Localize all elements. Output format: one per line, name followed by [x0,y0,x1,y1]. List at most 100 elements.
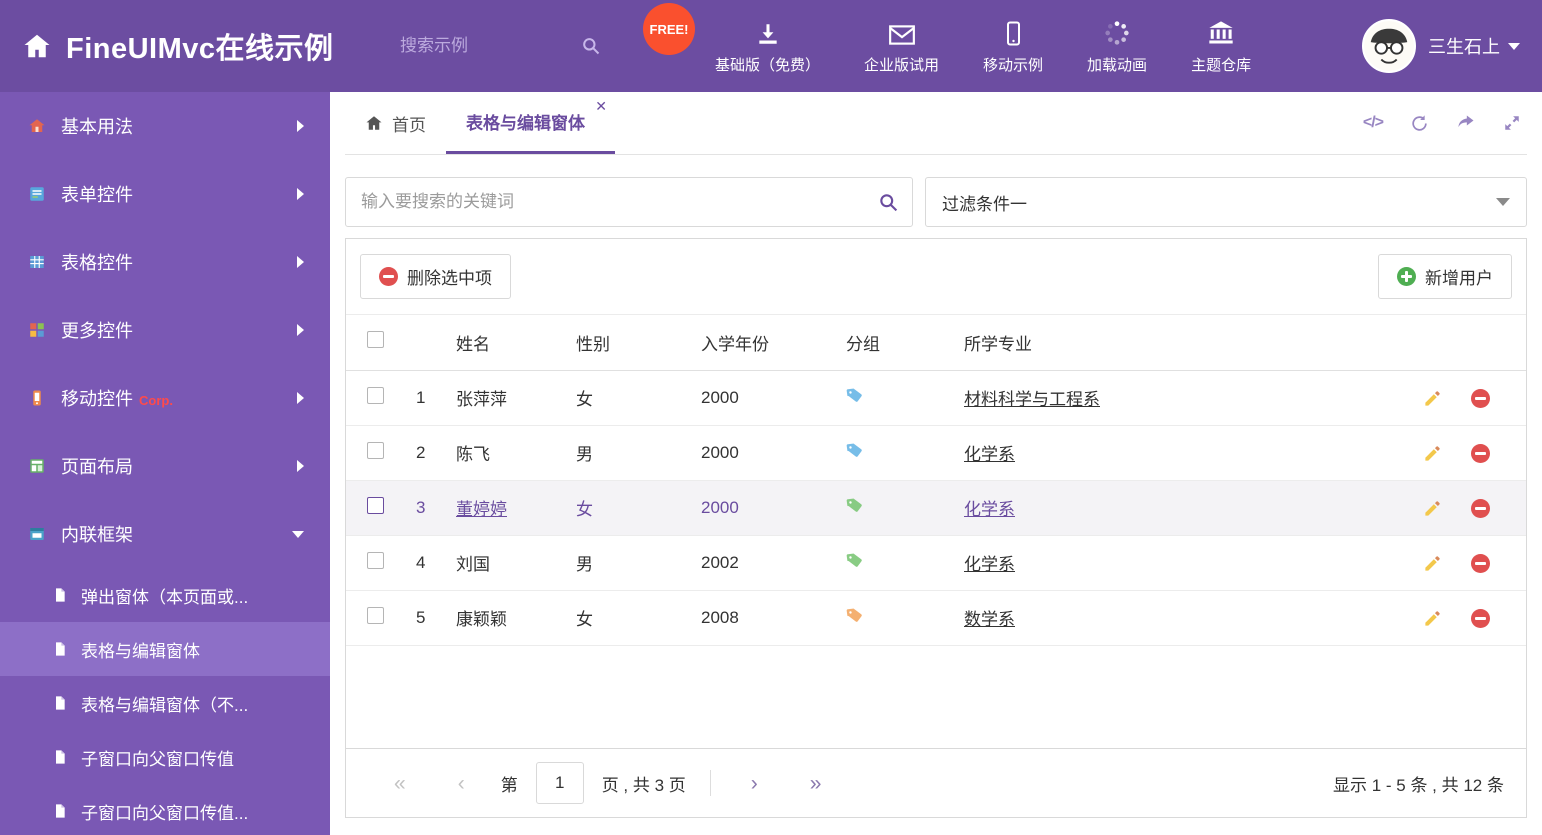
header-search[interactable] [400,26,605,66]
sidebar-item-basic-usage[interactable]: 基本用法 [0,92,330,160]
nav-theme-store[interactable]: 主题仓库 [1191,17,1251,75]
sidebar-item-page-layout[interactable]: 页面布局 [0,432,330,500]
major-link[interactable]: 化学系 [964,500,1015,519]
nav-label: 主题仓库 [1191,57,1252,74]
edit-button[interactable] [1423,609,1442,628]
cell-year: 2000 [689,480,834,536]
source-code-icon[interactable]: </> [1363,114,1384,132]
table-icon [28,253,46,271]
table-row[interactable]: 1 张萍萍 女 2000 材料科学与工程系 [346,370,1526,426]
tab-grid-edit-window[interactable]: 表格与编辑窗体 ✕ [446,92,615,154]
row-checkbox[interactable] [367,606,384,624]
row-number: 3 [404,480,444,536]
refresh-icon[interactable] [1410,114,1429,133]
minus-circle-icon [1470,553,1490,573]
table-row[interactable]: 4 刘国 男 2002 化学系 [346,535,1526,591]
share-icon[interactable] [1456,113,1476,133]
search-icon[interactable] [878,192,899,213]
sidebar-subitem-popup-window[interactable]: 弹出窗体（本页面或... [0,568,330,622]
table-row[interactable]: 5 康颖颖 女 2008 数学系 [346,590,1526,646]
sidebar-subitem-child-to-parent[interactable]: 子窗口向父窗口传值 [0,730,330,784]
major-link[interactable]: 数学系 [964,610,1015,629]
blocks-icon [28,321,46,339]
delete-row-button[interactable] [1470,388,1490,408]
keyword-search-input[interactable] [345,177,913,227]
filter-dropdown[interactable]: 过滤条件一 [925,177,1527,227]
pagination-bar: « ‹ 第 页 , 共 3 页 › » 显示 1 - 5 条 , 共 12 条 [346,748,1526,817]
tab-label: 首页 [392,115,426,135]
header-nav: FREE! 基础版（免费） 企业版试用 移动示例 加载动画 主题仓库 [643,3,1251,75]
first-page-button[interactable]: « [368,773,432,794]
row-checkbox[interactable] [367,441,384,459]
sidebar-item-more-controls[interactable]: 更多控件 [0,296,330,364]
header-search-input[interactable] [400,26,605,66]
table-row[interactable]: 2 陈飞 男 2000 化学系 [346,425,1526,481]
sidebar-item-label: 基本用法 [61,117,133,137]
prev-page-button[interactable]: ‹ [432,773,491,794]
major-link[interactable]: 化学系 [964,445,1015,464]
tab-label: 表格与编辑窗体 [466,114,585,133]
sidebar-item-grid-controls[interactable]: 表格控件 [0,228,330,296]
add-user-button[interactable]: 新增用户 [1378,254,1512,299]
delete-row-button[interactable] [1470,553,1490,573]
select-all-checkbox[interactable] [367,331,384,349]
row-checkbox[interactable] [367,386,384,404]
delete-row-button[interactable] [1470,498,1490,518]
row-checkbox[interactable] [367,551,384,569]
edit-button[interactable] [1423,554,1442,573]
mobile-icon [28,389,46,407]
tab-close-icon[interactable]: ✕ [595,99,607,113]
keyword-search[interactable] [345,177,913,227]
sidebar-item-label: 页面布局 [61,457,133,477]
envelope-icon [888,17,916,47]
file-icon [52,641,68,657]
sidebar-item-inline-frame[interactable]: 内联框架 [0,500,330,568]
expand-icon[interactable] [1503,114,1521,132]
row-number: 5 [404,590,444,646]
next-page-button[interactable]: › [725,773,784,794]
chevron-right-icon [297,120,304,132]
nav-enterprise-trial[interactable]: 企业版试用 [864,17,939,75]
table-row-selected[interactable]: 3 董婷婷 女 2000 化学系 [346,480,1526,536]
sidebar-subitem-child-to-parent-2[interactable]: 子窗口向父窗口传值... [0,784,330,835]
search-icon[interactable] [581,36,601,56]
sidebar-subitem-grid-edit-window-2[interactable]: 表格与编辑窗体（不... [0,676,330,730]
nav-label: 基础版（免费） [715,57,821,74]
sidebar-subitem-grid-edit-window[interactable]: 表格与编辑窗体 [0,622,330,676]
chevron-down-icon [1508,42,1520,50]
user-menu[interactable]: 三生石上 [1362,19,1520,73]
cell-year: 2008 [689,590,834,646]
last-page-button[interactable]: » [784,773,848,794]
delete-row-button[interactable] [1470,608,1490,628]
sidebar-subitem-label: 子窗口向父窗口传值 [81,749,234,769]
nav-basic-free[interactable]: FREE! 基础版（免费） [643,3,821,75]
home-icon [22,31,52,61]
download-icon [755,17,781,47]
tab-home[interactable]: 首页 [345,92,446,154]
col-header-name: 姓名 [444,315,564,371]
chevron-right-icon [297,460,304,472]
sidebar-item-form-controls[interactable]: 表单控件 [0,160,330,228]
cell-name: 康颖颖 [444,590,564,646]
row-checkbox[interactable] [367,496,384,514]
edit-button[interactable] [1423,444,1442,463]
sidebar-item-mobile-controls[interactable]: 移动控件 Corp. [0,364,330,432]
major-link[interactable]: 化学系 [964,555,1015,574]
brand[interactable]: FineUIMvc在线示例 [22,25,400,67]
nav-mobile-demo[interactable]: 移动示例 [983,17,1043,75]
delete-selected-button[interactable]: 删除选中项 [360,254,511,299]
tag-icon [845,550,864,569]
layout-icon [28,457,46,475]
major-link[interactable]: 材料科学与工程系 [964,390,1100,409]
page-number-input[interactable] [535,762,584,804]
delete-button-label: 删除选中项 [407,269,492,288]
edit-button[interactable] [1423,499,1442,518]
chevron-right-icon [297,324,304,336]
sidebar-item-label: 更多控件 [61,321,133,341]
cell-name: 刘国 [444,535,564,591]
edit-button[interactable] [1423,389,1442,408]
delete-row-button[interactable] [1470,443,1490,463]
nav-loading-animation[interactable]: 加载动画 [1087,17,1147,75]
sidebar-subitem-label: 弹出窗体（本页面或... [81,587,249,607]
file-icon [52,695,68,711]
